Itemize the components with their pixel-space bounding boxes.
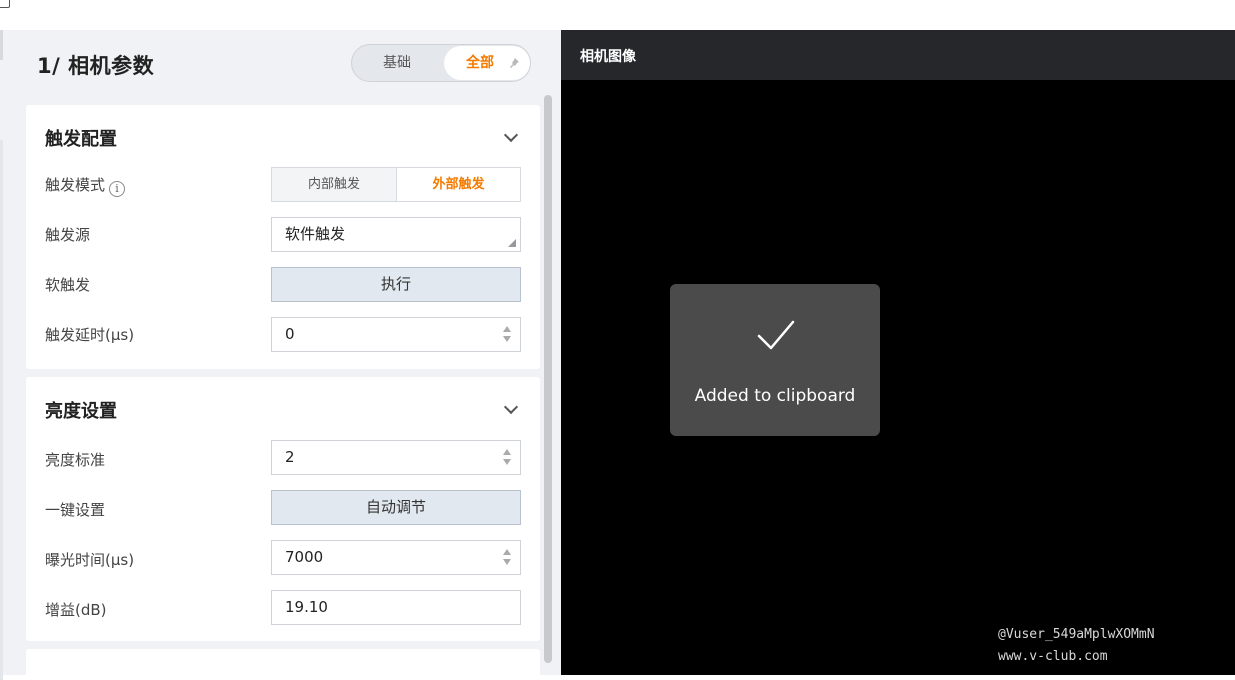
trigger-source-select[interactable]: 软件触发 xyxy=(271,217,521,252)
left-edge-mark xyxy=(0,30,3,60)
spinner-icon[interactable] xyxy=(502,449,512,467)
check-icon xyxy=(757,320,795,350)
scrollbar-thumb[interactable] xyxy=(544,95,552,663)
gain-label: 增益(dB) xyxy=(45,601,107,619)
soft-trigger-label: 软触发 xyxy=(45,276,91,294)
panel-header: 1/ 相机参数 基础 全部 xyxy=(8,30,561,100)
spin-down-icon[interactable] xyxy=(503,459,511,465)
brightness-settings-card: 亮度设置 亮度标准 2 一键设置 自动调节 曝光时间(µs) 7000 增益(d… xyxy=(26,377,540,641)
watermark-line-2: www.v-club.com xyxy=(998,649,1108,664)
auto-adjust-button[interactable]: 自动调节 xyxy=(271,490,521,525)
trigger-mode-label: 触发模式 i xyxy=(45,174,126,197)
gain-value: 19.10 xyxy=(285,598,328,616)
spin-up-icon[interactable] xyxy=(503,326,511,332)
exposure-label: 曝光时间(µs) xyxy=(45,551,135,569)
internal-trigger-option[interactable]: 内部触发 xyxy=(272,168,397,201)
pin-icon[interactable] xyxy=(508,57,520,69)
panel-title: 1/ 相机参数 xyxy=(37,54,155,78)
execute-button[interactable]: 执行 xyxy=(271,267,521,302)
chevron-down-icon[interactable] xyxy=(503,399,519,415)
camera-view: 相机图像 Added to clipboard @Vuser_549aMplwX… xyxy=(561,30,1235,675)
brightness-standard-value: 2 xyxy=(285,448,295,466)
camera-header: 相机图像 xyxy=(561,30,1235,80)
external-trigger-option[interactable]: 外部触发 xyxy=(397,168,520,201)
mode-all-button[interactable]: 全部 xyxy=(444,46,530,80)
toast-message: Added to clipboard xyxy=(694,386,856,406)
spinner-icon[interactable] xyxy=(502,549,512,567)
gain-input[interactable]: 19.10 xyxy=(271,590,521,625)
info-icon[interactable]: i xyxy=(109,181,126,197)
top-bar xyxy=(0,0,1235,30)
chevron-down-icon[interactable] xyxy=(503,127,519,143)
trigger-mode-segmented[interactable]: 内部触发 外部触发 xyxy=(271,167,521,202)
spin-up-icon[interactable] xyxy=(503,449,511,455)
trigger-source-label: 触发源 xyxy=(45,226,91,244)
trigger-mode-label-text: 触发模式 xyxy=(45,176,106,194)
trigger-delay-label: 触发延时(µs) xyxy=(45,326,135,344)
window-corner-icon[interactable] xyxy=(0,0,10,8)
spin-down-icon[interactable] xyxy=(503,559,511,565)
trigger-delay-input[interactable]: 0 xyxy=(271,317,521,352)
left-edge-rail xyxy=(0,140,3,680)
watermark: @Vuser_549aMplwXOMmN www.v-club.com xyxy=(998,624,1155,668)
exposure-input[interactable]: 7000 xyxy=(271,540,521,575)
next-section-card xyxy=(26,649,540,675)
trigger-source-value: 软件触发 xyxy=(285,225,346,243)
left-edge-strip xyxy=(0,30,8,680)
mode-basic-button[interactable]: 基础 xyxy=(352,45,442,81)
exposure-value: 7000 xyxy=(285,548,324,566)
watermark-line-1: @Vuser_549aMplwXOMmN xyxy=(998,627,1155,642)
brightness-settings-title: 亮度设置 xyxy=(45,401,117,422)
trigger-config-title: 触发配置 xyxy=(45,129,117,150)
trigger-config-card: 触发配置 触发模式 i 内部触发 外部触发 触发源 软件触发 软触发 执行 触发延… xyxy=(26,105,540,369)
spin-up-icon[interactable] xyxy=(503,549,511,555)
select-arrow-icon xyxy=(508,239,516,247)
clipboard-toast: Added to clipboard xyxy=(670,284,880,436)
brightness-standard-input[interactable]: 2 xyxy=(271,440,521,475)
trigger-delay-value: 0 xyxy=(285,325,295,343)
spin-down-icon[interactable] xyxy=(503,336,511,342)
mode-toggle[interactable]: 基础 全部 xyxy=(351,44,531,82)
camera-title: 相机图像 xyxy=(580,49,636,65)
one-key-label: 一键设置 xyxy=(45,501,106,519)
spinner-icon[interactable] xyxy=(502,326,512,344)
panel-scrollbar[interactable] xyxy=(541,94,555,666)
mode-all-label: 全部 xyxy=(466,55,494,71)
brightness-standard-label: 亮度标准 xyxy=(45,451,106,469)
camera-params-panel: 1/ 相机参数 基础 全部 触发配置 触发模式 i 内部触发 外部触发 触发源 软… xyxy=(8,30,561,675)
